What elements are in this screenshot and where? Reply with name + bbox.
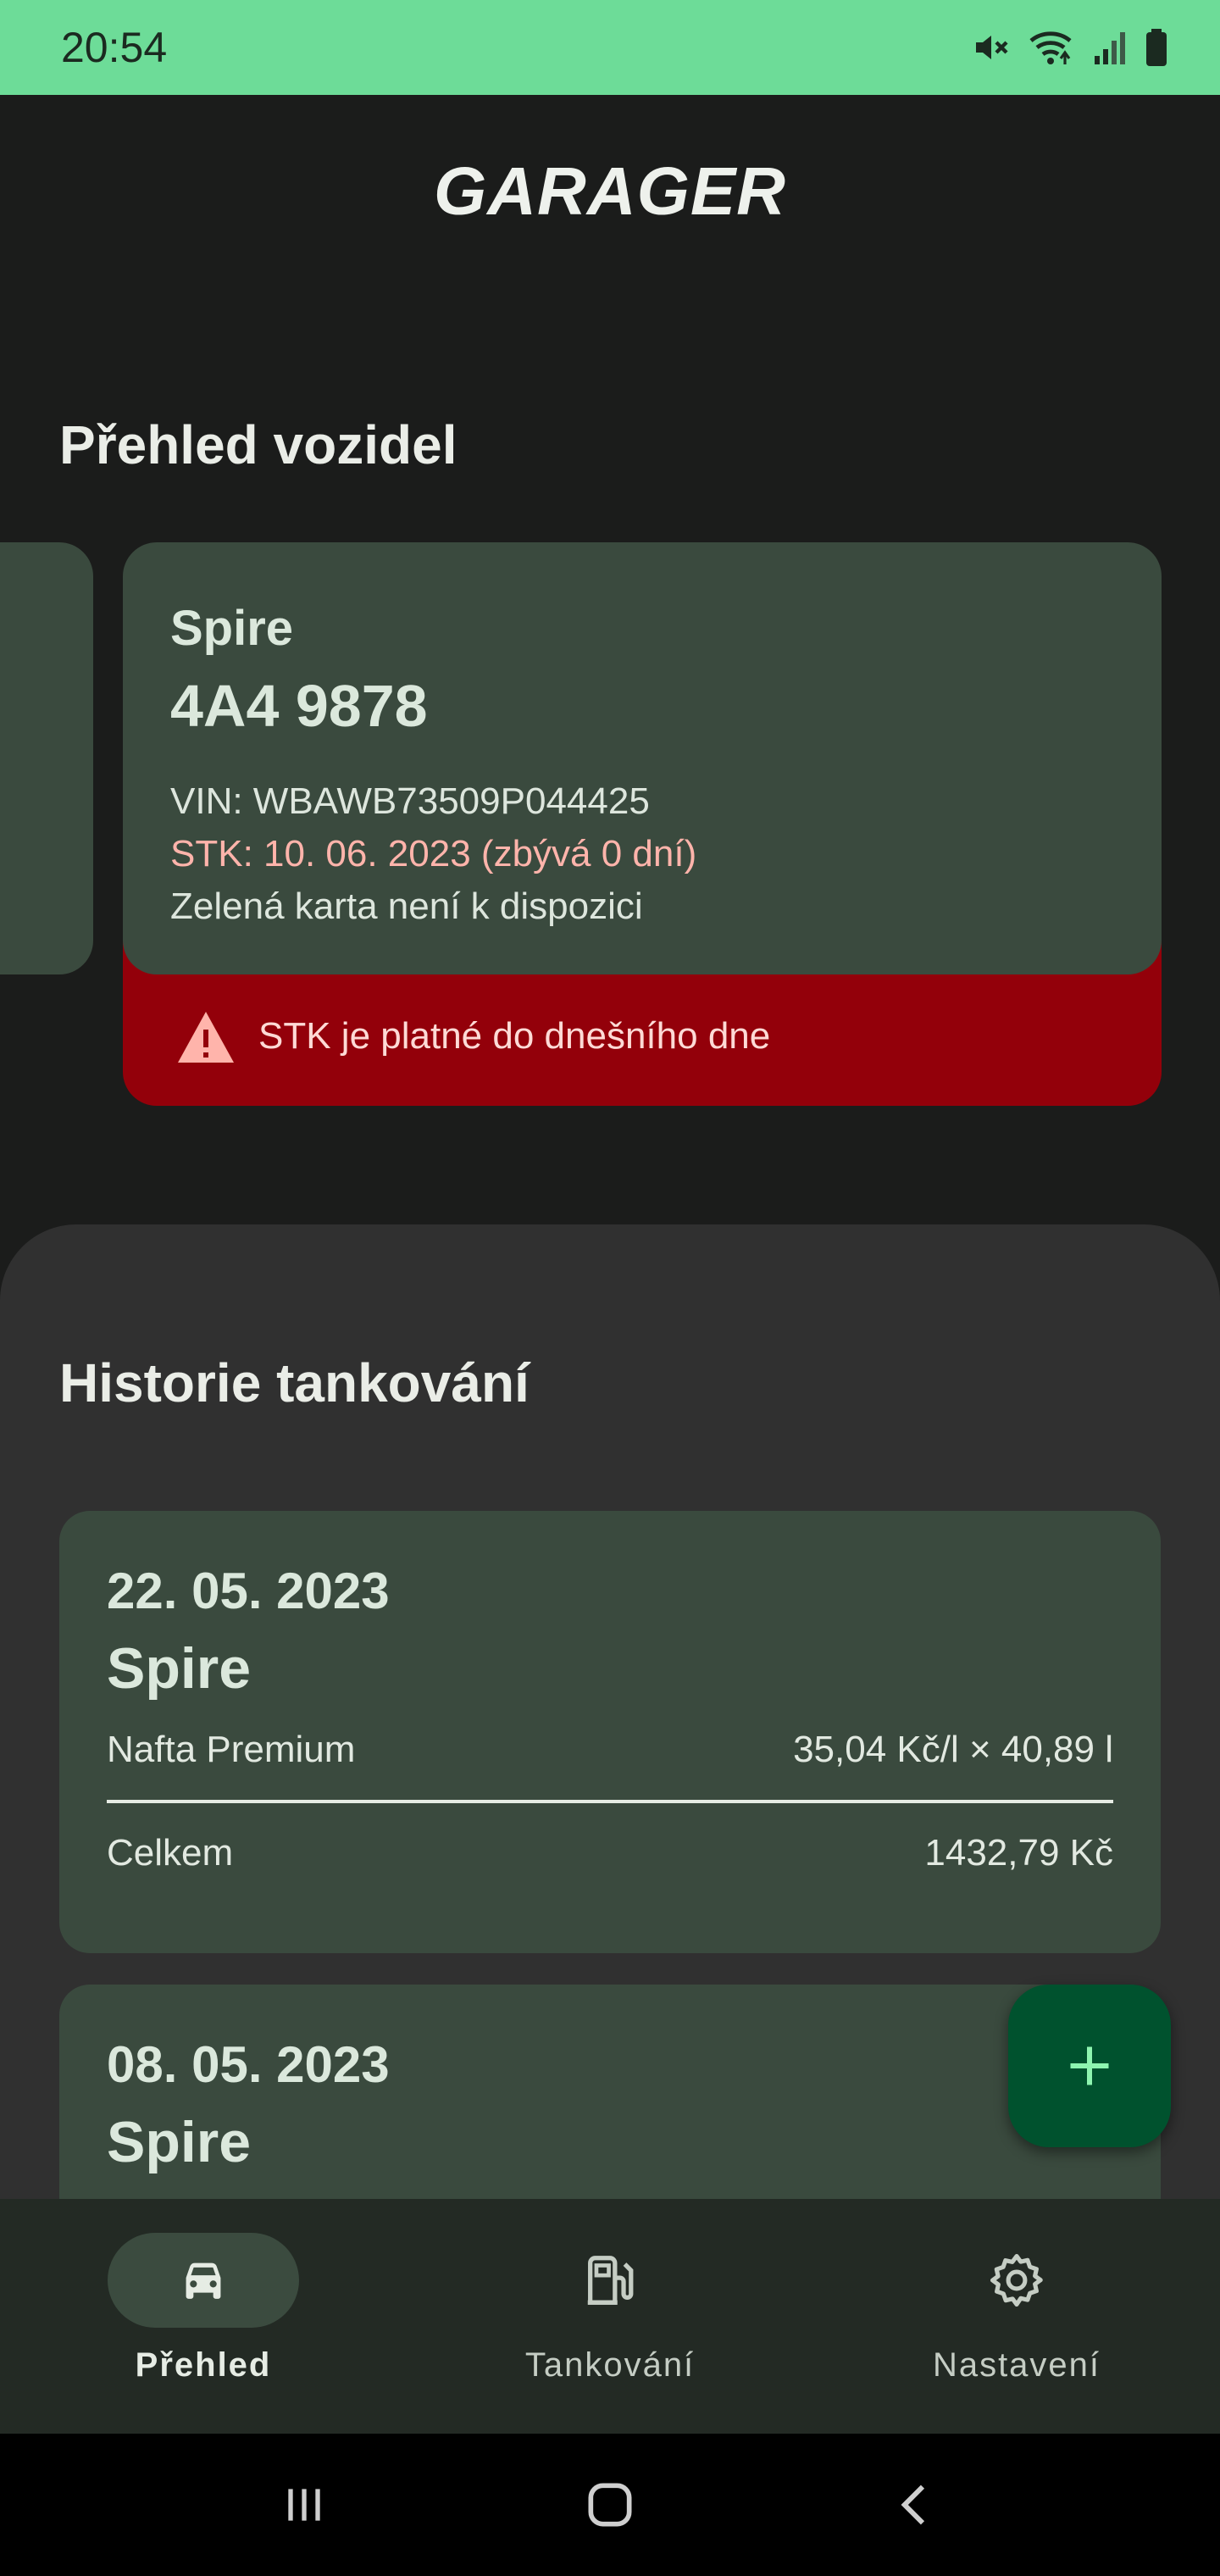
nav-label-tankovani: Tankování: [524, 2346, 696, 2384]
fuel-vehicle: Spire: [107, 1636, 252, 1701]
app-title: GARAGER: [434, 153, 786, 229]
vehicle-stk: STK: 10. 06. 2023 (zbývá 0 dní): [170, 833, 697, 874]
fuel-total-label: Celkem: [107, 1832, 234, 1874]
nav-item-tankovani[interactable]: Tankování: [407, 2199, 813, 2434]
battery-icon: [1146, 29, 1167, 66]
fuel-date: 08. 05. 2023: [107, 2036, 390, 2093]
nav-icon-container: [514, 2233, 706, 2328]
vehicle-card[interactable]: Spire 4A4 9878 VIN: WBAWB73509P044425 ST…: [123, 542, 1162, 974]
fuel-date: 22. 05. 2023: [107, 1563, 390, 1619]
history-section-title: Historie tankování: [59, 1352, 530, 1413]
nav-label-nastaveni: Nastavení: [932, 2346, 1101, 2384]
vehicle-plate: 4A4 9878: [170, 673, 428, 739]
vehicle-card-container[interactable]: STK je platné do dnešního dne Spire 4A4 …: [123, 542, 1162, 1106]
fuel-history-card[interactable]: 08. 05. 2023 Spire: [59, 1985, 1161, 2199]
status-time: 20:54: [61, 24, 168, 71]
home-icon[interactable]: [581, 2476, 639, 2534]
signal-icon: [1095, 32, 1125, 64]
back-icon[interactable]: [889, 2478, 943, 2532]
fuel-price-volume: 35,04 Kč/l × 40,89 l: [793, 1729, 1113, 1770]
warning-icon: [178, 1012, 234, 1063]
bottom-navigation: Přehled Tankování Nastavení: [0, 2199, 1220, 2434]
add-refuel-button[interactable]: [1008, 1985, 1171, 2147]
fuel-total-value: 1432,79 Kč: [924, 1832, 1113, 1874]
status-icons: [971, 27, 1169, 68]
vehicle-green-card: Zelená karta není k dispozici: [170, 886, 643, 927]
nav-item-nastaveni[interactable]: Nastavení: [813, 2199, 1220, 2434]
vehicle-name: Spire: [170, 601, 294, 656]
fuel-detail-row: Nafta Premium 35,04 Kč/l × 40,89 l: [107, 1729, 1113, 1803]
plus-icon: [1070, 2046, 1109, 2085]
stk-alert-text: STK je platné do dnešního dne: [258, 1015, 771, 1057]
nav-active-indicator: [108, 2233, 299, 2328]
fuel-pump-icon: [587, 2256, 634, 2305]
previous-vehicle-card[interactable]: [0, 542, 93, 974]
nav-icon-container: [921, 2233, 1112, 2328]
vehicles-section-title: Přehled vozidel: [59, 414, 458, 475]
wifi-icon: [1029, 31, 1072, 64]
gear-icon: [990, 2253, 1043, 2307]
nav-item-prehled[interactable]: Přehled: [0, 2199, 407, 2434]
vehicle-vin: VIN: WBAWB73509P044425: [170, 780, 650, 822]
system-navigation-bar: [0, 2434, 1220, 2576]
recent-apps-icon[interactable]: [277, 2478, 331, 2532]
mute-icon: [976, 36, 1008, 59]
car-icon: [186, 2262, 221, 2299]
nav-label-prehled: Přehled: [135, 2346, 272, 2384]
fuel-vehicle: Spire: [107, 2110, 252, 2174]
fuel-total-row: Celkem 1432,79 Kč: [107, 1832, 1113, 1874]
fuel-type: Nafta Premium: [107, 1729, 356, 1770]
status-bar: 20:54: [0, 0, 1220, 95]
fuel-history-card[interactable]: 22. 05. 2023 Spire Nafta Premium 35,04 K…: [59, 1511, 1161, 1953]
